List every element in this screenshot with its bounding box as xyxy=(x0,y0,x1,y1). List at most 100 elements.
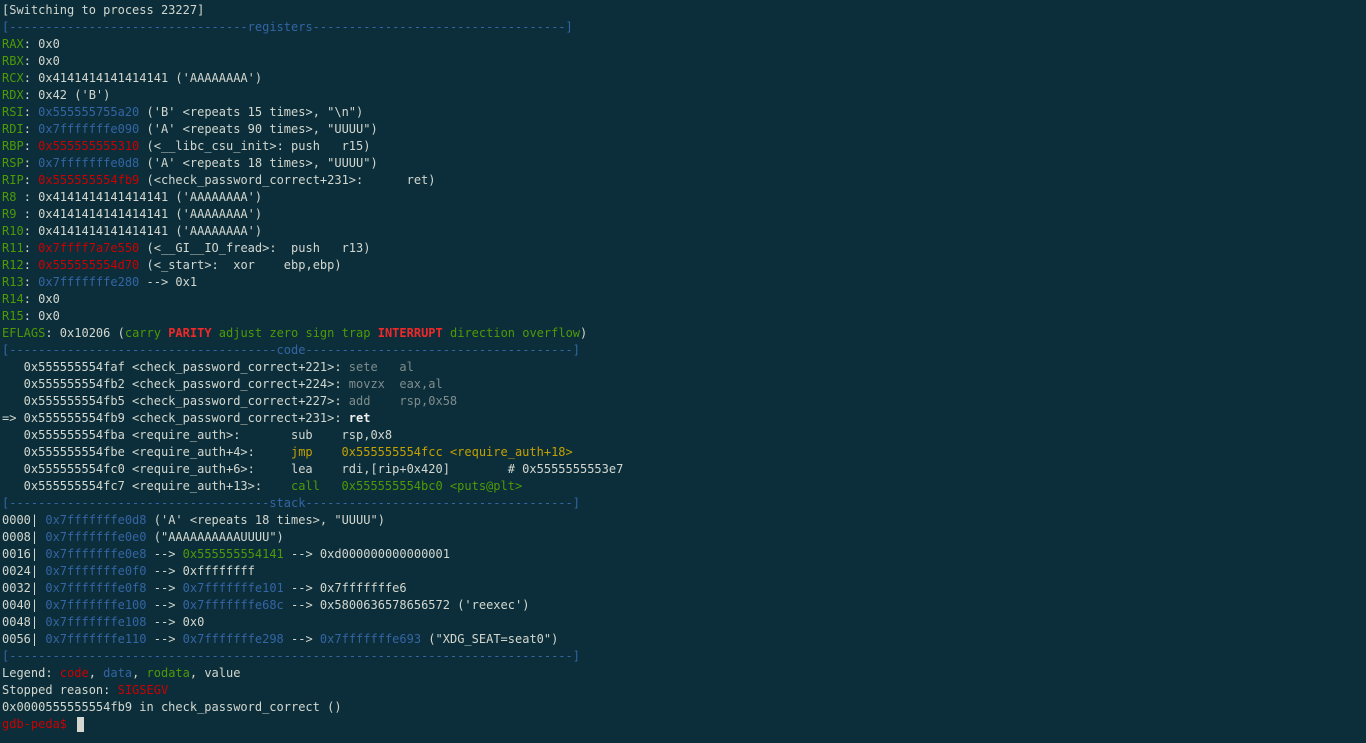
register-rip: RIP: 0x555555554fb9 (<check_password_cor… xyxy=(2,172,1364,189)
text-segment: 0x555555554d70 xyxy=(38,258,140,272)
register-rdi: RDI: 0x7fffffffe090 ('A' <repeats 90 tim… xyxy=(2,121,1364,138)
text-segment: 0x555555554faf <check_password_correct+2… xyxy=(2,360,349,374)
text-segment: 0x7fffffffe108 xyxy=(45,615,147,629)
text-segment: : xyxy=(23,156,39,170)
text-segment: 0024| xyxy=(2,564,46,578)
text-segment: , value xyxy=(189,666,241,680)
text-segment: : 0x10206 ( xyxy=(45,326,125,340)
text-segment: 0x7fffffffe090 xyxy=(38,122,140,136)
text-segment: Stopped reason: xyxy=(2,683,118,697)
text-segment: [------------------------------------ xyxy=(2,496,270,510)
stack-row: 0008| 0x7fffffffe0e0 ("AAAAAAAAAAUUUU") xyxy=(2,529,1364,546)
text-segment: : 0x0 xyxy=(23,292,60,306)
text-segment: : 0x42 ('B') xyxy=(23,88,111,102)
register-r9: R9 : 0x4141414141414141 ('AAAAAAAA') xyxy=(2,206,1364,223)
text-segment: 0x7fffffffe0d8 xyxy=(38,156,140,170)
text-segment: : xyxy=(23,139,39,153)
stack-row: 0000| 0x7fffffffe0d8 ('A' <repeats 18 ti… xyxy=(2,512,1364,529)
text-segment: : 0x4141414141414141 ('AAAAAAAA') xyxy=(23,224,263,238)
text-segment: code xyxy=(59,666,89,680)
text-segment: rodata xyxy=(146,666,190,680)
text-segment: -----------------------------------] xyxy=(312,20,573,34)
stack-row: 0040| 0x7fffffffe100 --> 0x7fffffffe68c … xyxy=(2,597,1364,614)
text-segment: : 0x0 xyxy=(23,309,60,323)
terminal-window[interactable]: [Switching to process 23227] [-----------… xyxy=(2,2,1364,741)
text-segment: : xyxy=(23,275,39,289)
text-segment: 0x7fffffffe100 xyxy=(45,598,147,612)
text-segment: ) xyxy=(580,326,588,340)
text-segment: : xyxy=(23,241,39,255)
text-segment: R10 xyxy=(2,224,24,238)
text-segment: SIGSEGV xyxy=(117,683,169,697)
text-segment: (<check_password_correct+231>: ret) xyxy=(139,173,436,187)
text-segment: => 0x555555554fb9 <check_password_correc… xyxy=(2,411,349,425)
code-line: 0x555555554fba <require_auth>: sub rsp,0… xyxy=(2,427,1364,444)
text-segment: R8 xyxy=(2,190,24,204)
text-segment: 0x7fffffffe693 xyxy=(319,632,422,646)
text-segment: 0032| xyxy=(2,581,46,595)
text-segment: ('A' <repeats 18 times>, "UUUU") xyxy=(146,513,385,527)
text-segment: R14 xyxy=(2,292,24,306)
text-segment: EFLAGS xyxy=(2,326,46,340)
text-segment: adjust zero sign trap xyxy=(211,326,378,340)
text-segment: 0x7fffffffe0e0 xyxy=(45,530,147,544)
text-segment: stack xyxy=(269,496,306,510)
text-segment: : 0x4141414141414141 ('AAAAAAAA') xyxy=(23,190,263,204)
text-segment: sete al xyxy=(348,360,414,374)
footer-separator: [---------------------------------------… xyxy=(2,648,1364,665)
text-segment: 0x555555554fbe <require_auth+4>: xyxy=(2,445,291,459)
text-segment: 0x0000555555554fb9 in check_password_cor… xyxy=(2,700,342,714)
text-segment: 0000| xyxy=(2,513,46,527)
text-segment: [------------------------------------- xyxy=(2,343,277,357)
register-r11: R11: 0x7ffff7a7e550 (<__GI__IO_fread>: p… xyxy=(2,240,1364,257)
text-cursor[interactable] xyxy=(77,717,85,732)
text-segment: 0x555555554fba <require_auth>: sub rsp,0… xyxy=(2,428,393,442)
text-segment: ('B' <repeats 15 times>, "\n") xyxy=(139,105,364,119)
code-line: 0x555555554fc0 <require_auth+6>: lea rdi… xyxy=(2,461,1364,478)
text-segment: RDX xyxy=(2,88,24,102)
text-segment: --> 0xd000000000000001 xyxy=(283,547,450,561)
register-r13: R13: 0x7fffffffe280 --> 0x1 xyxy=(2,274,1364,291)
text-segment: jmp 0x555555554fcc <require_auth+18> xyxy=(290,445,573,459)
text-segment: R11 xyxy=(2,241,24,255)
text-segment: : 0x4141414141414141 ('AAAAAAAA') xyxy=(23,71,263,85)
text-segment: Legend: xyxy=(2,666,60,680)
text-segment: 0x7fffffffe110 xyxy=(45,632,147,646)
text-segment: direction overflow xyxy=(442,326,581,340)
text-segment: 0x555555555310 xyxy=(38,139,140,153)
text-segment: --> 0x5800636578656572 ('reexec') xyxy=(283,598,530,612)
stopped-reason: Stopped reason: SIGSEGV xyxy=(2,682,1364,699)
text-segment: PARITY xyxy=(168,326,212,340)
text-segment: 0048| xyxy=(2,615,46,629)
text-segment: R13 xyxy=(2,275,24,289)
text-segment: RSI xyxy=(2,105,24,119)
text-segment: ret xyxy=(348,411,371,425)
text-segment: (<__GI__IO_fread>: push r13) xyxy=(139,241,371,255)
register-r15: R15: 0x0 xyxy=(2,308,1364,325)
text-segment: 0016| xyxy=(2,547,46,561)
code-line-current: => 0x555555554fb9 <check_password_correc… xyxy=(2,410,1364,427)
text-segment: RDI xyxy=(2,122,24,136)
text-segment: : xyxy=(23,105,39,119)
text-segment: 0008| xyxy=(2,530,46,544)
text-segment: RCX xyxy=(2,71,24,85)
text-segment: R15 xyxy=(2,309,24,323)
register-rbp: RBP: 0x555555555310 (<__libc_csu_init>: … xyxy=(2,138,1364,155)
text-segment: -------------------------------------] xyxy=(305,496,580,510)
register-rsi: RSI: 0x555555755a20 ('B' <repeats 15 tim… xyxy=(2,104,1364,121)
stack-row: 0032| 0x7fffffffe0f8 --> 0x7fffffffe101 … xyxy=(2,580,1364,597)
text-segment: -------------------------------------] xyxy=(305,343,580,357)
text-segment: --> 0x0 xyxy=(146,615,205,629)
register-rdx: RDX: 0x42 ('B') xyxy=(2,87,1364,104)
switch-message: [Switching to process 23227] xyxy=(2,2,1364,19)
text-segment: movzx eax,al xyxy=(348,377,443,391)
text-segment: : xyxy=(23,122,39,136)
text-segment: 0x555555554141 xyxy=(182,547,284,561)
text-segment: : xyxy=(23,258,39,272)
text-segment: [--------------------------------- xyxy=(2,20,248,34)
fault-location: 0x0000555555554fb9 in check_password_cor… xyxy=(2,699,1364,716)
text-segment: --> xyxy=(146,547,183,561)
text-segment: , xyxy=(132,666,147,680)
prompt-line[interactable]: gdb-peda$ xyxy=(2,716,1364,733)
text-segment: add rsp,0x58 xyxy=(348,394,458,408)
